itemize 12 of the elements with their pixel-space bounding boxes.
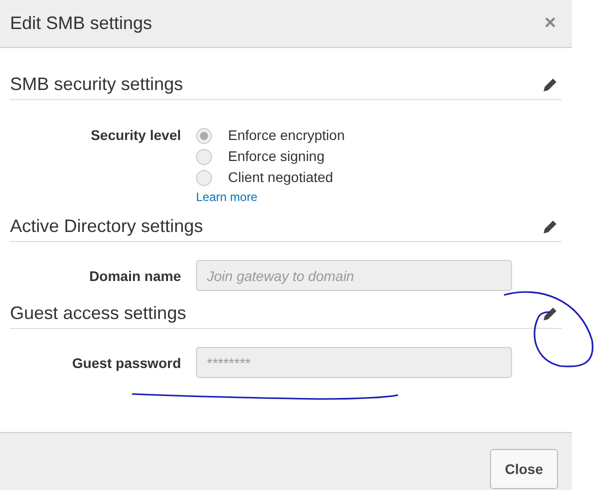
edit-icon[interactable] bbox=[543, 220, 557, 234]
field-label: Guest password bbox=[71, 354, 181, 370]
learn-more-link[interactable]: Learn more bbox=[196, 190, 258, 204]
section-title: Active Directory settings bbox=[10, 216, 204, 237]
edit-icon[interactable] bbox=[543, 78, 557, 92]
field-label: Domain name bbox=[88, 268, 181, 284]
section-title: SMB security settings bbox=[10, 74, 184, 95]
section-title: Guest access settings bbox=[10, 303, 186, 324]
dialog-title: Edit SMB settings bbox=[10, 13, 152, 34]
close-button[interactable]: Close bbox=[490, 449, 558, 489]
field-label: Security level bbox=[90, 126, 181, 145]
edit-icon[interactable] bbox=[543, 306, 557, 320]
